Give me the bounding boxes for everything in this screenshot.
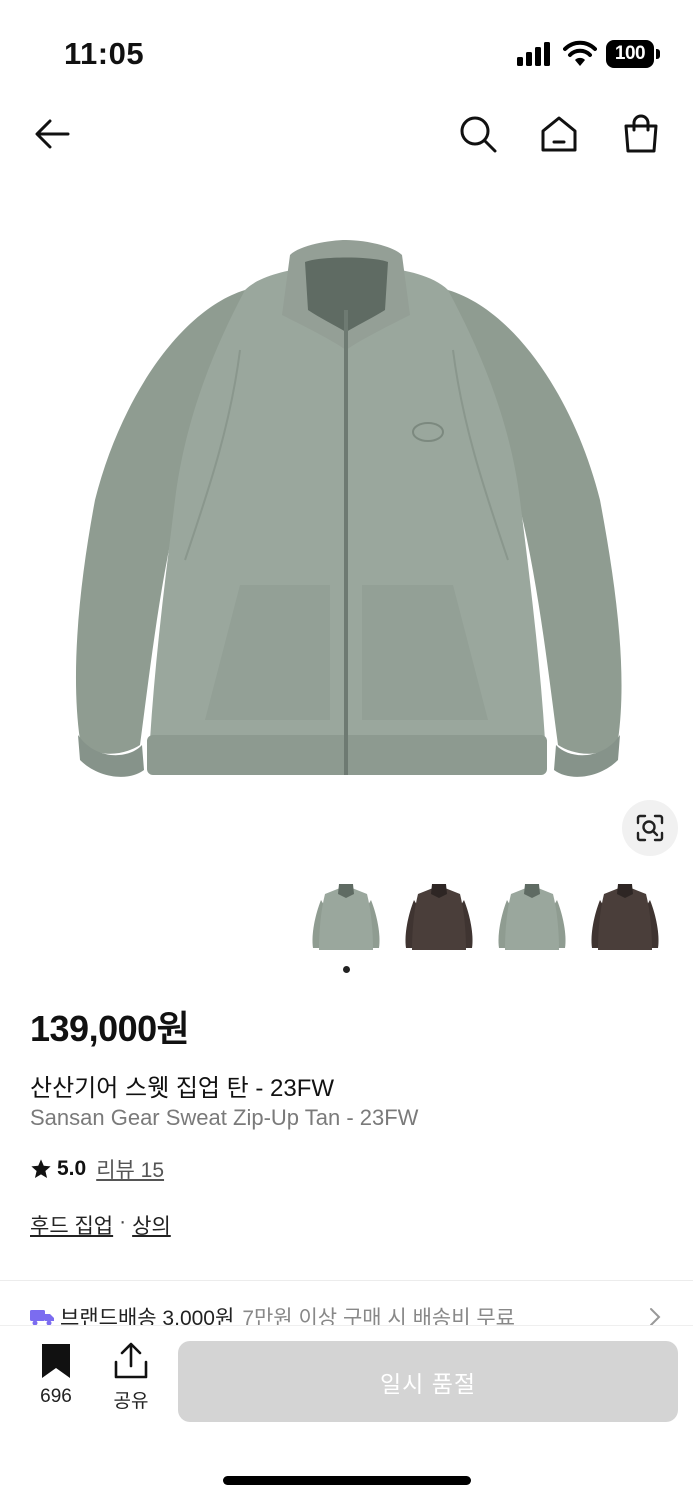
home-icon (541, 116, 577, 152)
status-bar: 11:05 100 (0, 0, 693, 100)
category-breadcrumb: 후드 집업 · 상의 (30, 1210, 171, 1240)
search-button[interactable] (454, 110, 502, 158)
status-time: 11:05 (64, 36, 145, 71)
image-search-icon (636, 814, 664, 842)
pagination-dot (343, 966, 350, 973)
truck-icon (30, 1310, 54, 1326)
product-image[interactable] (0, 200, 693, 840)
back-button[interactable] (28, 110, 76, 158)
bookmark-button[interactable]: 696 (25, 1342, 87, 1418)
share-button[interactable]: 공유 (100, 1342, 162, 1418)
bookmark-count: 696 (40, 1386, 72, 1407)
review-link[interactable]: 리뷰 15 (96, 1154, 164, 1184)
top-nav (0, 100, 693, 170)
share-label: 공유 (113, 1391, 149, 1412)
thumbnail-2[interactable] (400, 880, 478, 955)
home-button[interactable] (535, 110, 583, 158)
thumbnail-4[interactable] (586, 880, 664, 955)
category-separator: · (119, 1210, 127, 1233)
thumbnail-3[interactable] (493, 880, 571, 955)
chevron-right-icon (650, 1308, 661, 1326)
sold-out-button[interactable]: 일시 품절 (178, 1341, 678, 1422)
thumbnail-1[interactable] (307, 880, 385, 955)
cellular-signal-icon (517, 42, 550, 66)
product-title: 산산기어 스웻 집업 탄 - 23FW (30, 1075, 335, 1102)
shopping-bag-icon (624, 114, 658, 153)
bottom-action-bar: 696 공유 일시 품절 (0, 1326, 693, 1500)
rating-row: 5.0 리뷰 15 (30, 1155, 164, 1183)
wifi-icon (563, 40, 597, 66)
battery-icon: 100 (606, 40, 660, 70)
divider (0, 1280, 693, 1281)
bookmark-icon (42, 1344, 70, 1378)
star-icon (31, 1159, 51, 1178)
rating-score: 5.0 (57, 1157, 87, 1180)
product-price: 139,000원 (30, 1008, 190, 1049)
cart-button[interactable] (617, 110, 665, 158)
arrow-left-icon (35, 119, 70, 149)
share-icon (114, 1342, 148, 1379)
thumbnail-strip (307, 880, 667, 955)
home-indicator (223, 1476, 471, 1485)
image-search-button[interactable] (622, 800, 678, 856)
category-link-hood-zipup[interactable]: 후드 집업 (30, 1210, 113, 1240)
battery-level: 100 (606, 40, 654, 68)
category-link-top[interactable]: 상의 (132, 1210, 171, 1240)
search-icon (460, 116, 497, 153)
product-title-english: Sansan Gear Sweat Zip-Up Tan - 23FW (30, 1105, 419, 1130)
